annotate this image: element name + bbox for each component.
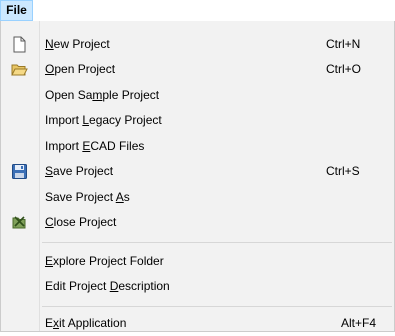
menu-item-new-project[interactable]: New Project Ctrl+N: [1, 32, 394, 57]
close-project-icon: [11, 214, 28, 231]
menu-item-label: Save Project: [45, 164, 114, 178]
menu-item-shortcut: Alt+F4: [341, 316, 377, 330]
menu-item-import-legacy-project[interactable]: Import Legacy Project: [1, 108, 394, 133]
menu-item-label: Close Project: [45, 215, 117, 229]
menu-item-label: Open Project: [45, 62, 116, 76]
menu-item-label: Exit Application: [45, 316, 127, 330]
menu-item-edit-project-description[interactable]: Edit Project Description: [1, 274, 394, 299]
menu-item-shortcut: Ctrl+N: [326, 37, 361, 51]
menu-item-label: New Project: [45, 37, 110, 51]
file-menu-button[interactable]: File: [0, 0, 33, 21]
menu-item-label: Save Project As: [45, 190, 130, 204]
menu-separator: [42, 242, 392, 243]
menu-item-save-project[interactable]: Save Project Ctrl+S: [1, 159, 394, 184]
menu-item-shortcut: Ctrl+O: [326, 62, 362, 76]
menu-item-import-ecad-files[interactable]: Import ECAD Files: [1, 134, 394, 159]
menu-item-explore-project-folder[interactable]: Explore Project Folder: [1, 249, 394, 274]
menu-bar: File: [0, 0, 395, 22]
save-disk-icon: [11, 163, 28, 180]
menu-separator: [42, 306, 392, 307]
menu-item-label: Edit Project Description: [45, 279, 170, 293]
menu-item-close-project[interactable]: Close Project: [1, 210, 394, 235]
menu-item-label: Import ECAD Files: [45, 139, 145, 153]
menu-item-shortcut: Ctrl+S: [326, 164, 360, 178]
open-folder-icon: [11, 61, 28, 78]
menu-item-open-project[interactable]: Open Project Ctrl+O: [1, 57, 394, 82]
new-file-icon: [11, 36, 28, 53]
file-dropdown-menu: New Project Ctrl+N Open Project Ctrl+O O…: [0, 21, 395, 332]
menu-item-open-sample-project[interactable]: Open Sample Project: [1, 83, 394, 108]
menu-item-label: Import Legacy Project: [45, 113, 162, 127]
menu-item-exit-application[interactable]: Exit Application Alt+F4: [1, 311, 394, 336]
menu-item-label: Open Sample Project: [45, 88, 160, 102]
menu-item-save-project-as[interactable]: Save Project As: [1, 185, 394, 210]
menu-item-label: Explore Project Folder: [45, 254, 164, 268]
